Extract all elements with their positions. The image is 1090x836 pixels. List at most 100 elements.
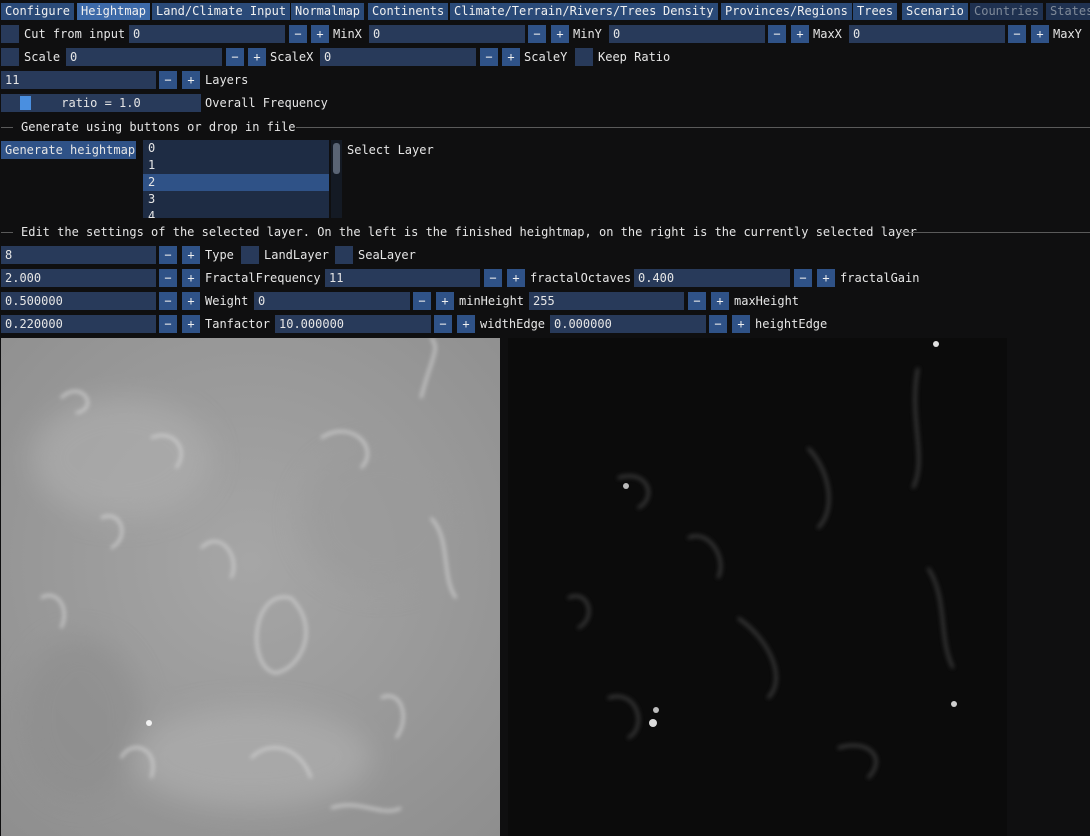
scalex-decrement-button[interactable]: − bbox=[480, 48, 498, 66]
list-item[interactable]: 3 bbox=[143, 191, 329, 208]
max-height-increment-button[interactable]: + bbox=[711, 292, 729, 310]
layers-label: Layers bbox=[205, 73, 249, 87]
layer-list-scrollbar[interactable] bbox=[331, 140, 342, 218]
layer-listbox[interactable]: 0 1 2 3 4 bbox=[143, 140, 329, 218]
generate-section-title: Generate using buttons or drop in file bbox=[21, 120, 296, 134]
tab-density[interactable]: Density bbox=[659, 3, 718, 20]
fractal-frequency-label: FractalFrequency bbox=[205, 271, 321, 285]
min-height-input[interactable]: 0 bbox=[254, 292, 410, 310]
list-item[interactable]: 1 bbox=[143, 157, 329, 174]
minx-increment-button[interactable]: + bbox=[551, 25, 569, 43]
height-edge-input[interactable]: 0.000000 bbox=[550, 315, 706, 333]
max-height-input[interactable]: 255 bbox=[529, 292, 684, 310]
land-layer-checkbox[interactable] bbox=[241, 246, 259, 264]
tab-normalmap[interactable]: Normalmap bbox=[291, 3, 365, 20]
minx-decrement-button[interactable]: − bbox=[528, 25, 546, 43]
scalex-increment-button[interactable]: + bbox=[502, 48, 520, 66]
tanfactor-input[interactable]: 0.220000 bbox=[1, 315, 156, 333]
tanfactor-decrement-button[interactable]: − bbox=[159, 315, 177, 333]
miny-input[interactable]: 0 bbox=[609, 25, 765, 43]
width-edge-decrement-button[interactable]: − bbox=[434, 315, 452, 333]
width-edge-input[interactable]: 10.000000 bbox=[275, 315, 431, 333]
height-edge-increment-button[interactable]: + bbox=[732, 315, 750, 333]
height-edge-decrement-button[interactable]: − bbox=[709, 315, 727, 333]
cut-increment-button[interactable]: + bbox=[311, 25, 329, 43]
tab-climate-terrain[interactable]: Climate/Terrain/Rivers/Trees bbox=[450, 3, 661, 20]
layers-decrement-button[interactable]: − bbox=[159, 71, 177, 89]
minx-input[interactable]: 0 bbox=[369, 25, 525, 43]
height-edge-label: heightEdge bbox=[755, 317, 828, 331]
fractal-gain-label: fractalGain bbox=[840, 271, 920, 285]
separator-right bbox=[296, 127, 1090, 128]
fractal-gain-input[interactable]: 0.400 bbox=[634, 269, 790, 287]
minx-label: MinX bbox=[333, 27, 362, 41]
fractal-gain-decrement-button[interactable]: − bbox=[794, 269, 812, 287]
maxx-input[interactable]: 0 bbox=[849, 25, 1005, 43]
frequency-slider[interactable]: ratio = 1.0 bbox=[1, 94, 201, 112]
list-item-selected[interactable]: 2 bbox=[143, 174, 329, 191]
width-edge-increment-button[interactable]: + bbox=[457, 315, 475, 333]
fractal-frequency-increment-button[interactable]: + bbox=[182, 269, 200, 287]
edit-section-title: Edit the settings of the selected layer.… bbox=[21, 225, 917, 239]
tab-configure[interactable]: Configure bbox=[1, 3, 75, 20]
weight-increment-button[interactable]: + bbox=[182, 292, 200, 310]
fractal-frequency-input[interactable]: 2.000 bbox=[1, 269, 156, 287]
min-height-decrement-button[interactable]: − bbox=[413, 292, 431, 310]
weight-decrement-button[interactable]: − bbox=[159, 292, 177, 310]
scale-increment-button[interactable]: + bbox=[248, 48, 266, 66]
tab-states[interactable]: States bbox=[1046, 3, 1090, 20]
fractal-octaves-input[interactable]: 11 bbox=[325, 269, 480, 287]
list-item[interactable]: 0 bbox=[143, 140, 329, 157]
keep-ratio-label: Keep Ratio bbox=[598, 50, 671, 64]
cut-from-input-checkbox[interactable] bbox=[1, 25, 19, 43]
sea-layer-checkbox[interactable] bbox=[335, 246, 353, 264]
miny-decrement-button[interactable]: − bbox=[768, 25, 786, 43]
tab-continents[interactable]: Continents bbox=[368, 3, 449, 20]
scalex-label: ScaleX bbox=[270, 50, 314, 64]
min-height-increment-button[interactable]: + bbox=[436, 292, 454, 310]
tab-heightmap[interactable]: Heightmap bbox=[77, 3, 151, 20]
tanfactor-label: Tanfactor bbox=[205, 317, 271, 331]
frequency-slider-text: ratio = 1.0 bbox=[61, 96, 141, 110]
layers-increment-button[interactable]: + bbox=[182, 71, 200, 89]
maxx-decrement-button[interactable]: − bbox=[1008, 25, 1026, 43]
cut-decrement-button[interactable]: − bbox=[289, 25, 307, 43]
tanfactor-increment-button[interactable]: + bbox=[182, 315, 200, 333]
fractal-frequency-decrement-button[interactable]: − bbox=[159, 269, 177, 287]
tab-provinces-regions[interactable]: Provinces/Regions bbox=[721, 3, 852, 20]
keep-ratio-checkbox[interactable] bbox=[575, 48, 593, 66]
cut-value-input[interactable]: 0 bbox=[129, 25, 285, 43]
fractal-octaves-decrement-button[interactable]: − bbox=[484, 269, 502, 287]
max-height-decrement-button[interactable]: − bbox=[688, 292, 706, 310]
miny-label: MinY bbox=[573, 27, 602, 41]
separator-left bbox=[1, 232, 13, 233]
scalex-input[interactable]: 0 bbox=[320, 48, 476, 66]
maxy-label: MaxY bbox=[1053, 27, 1082, 41]
fractal-octaves-label: fractalOctaves bbox=[530, 271, 632, 285]
fractal-gain-increment-button[interactable]: + bbox=[817, 269, 835, 287]
min-height-label: minHeight bbox=[459, 294, 525, 308]
type-input[interactable]: 8 bbox=[1, 246, 156, 264]
layers-input[interactable]: 11 bbox=[1, 71, 156, 89]
max-height-label: maxHeight bbox=[734, 294, 800, 308]
tab-countries[interactable]: Countries bbox=[970, 3, 1044, 20]
scale-input[interactable]: 0 bbox=[66, 48, 222, 66]
type-increment-button[interactable]: + bbox=[182, 246, 200, 264]
tab-land-climate-input[interactable]: Land/Climate Input bbox=[152, 3, 291, 20]
scale-checkbox[interactable] bbox=[1, 48, 19, 66]
scrollbar-thumb[interactable] bbox=[333, 143, 340, 174]
cut-from-input-label: Cut from input bbox=[24, 27, 126, 41]
finished-heightmap-image bbox=[1, 338, 500, 836]
miny-increment-button[interactable]: + bbox=[791, 25, 809, 43]
generate-heightmap-button[interactable]: Generate heightmap bbox=[1, 141, 136, 159]
scale-label: Scale bbox=[24, 50, 61, 64]
maxx-increment-button[interactable]: + bbox=[1031, 25, 1049, 43]
scale-decrement-button[interactable]: − bbox=[226, 48, 244, 66]
type-decrement-button[interactable]: − bbox=[159, 246, 177, 264]
weight-input[interactable]: 0.500000 bbox=[1, 292, 156, 310]
list-item[interactable]: 4 bbox=[143, 208, 329, 218]
tab-trees[interactable]: Trees bbox=[853, 3, 898, 20]
fractal-octaves-increment-button[interactable]: + bbox=[507, 269, 525, 287]
separator-left bbox=[1, 127, 13, 128]
tab-scenario[interactable]: Scenario bbox=[902, 3, 968, 20]
